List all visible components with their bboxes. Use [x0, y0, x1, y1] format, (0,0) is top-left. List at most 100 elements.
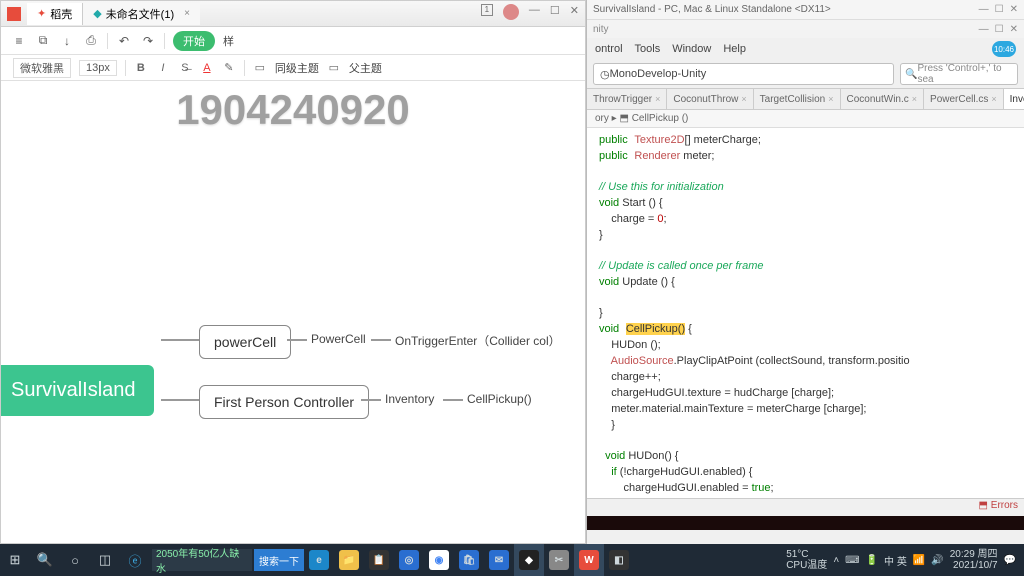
sibling-topic[interactable]: 同级主题	[275, 60, 319, 76]
bold-icon[interactable]: B	[134, 62, 148, 74]
chrome-icon[interactable]: ◉	[424, 544, 454, 576]
search-row: ◷ MonoDevelop-Unity 🔍 Press 'Control+,' …	[587, 60, 1024, 88]
tab-daoke[interactable]: ✦稻壳	[27, 3, 83, 25]
app1-icon[interactable]: 📋	[364, 544, 394, 576]
mono-titlebar: nity —☐✕	[587, 20, 1024, 38]
explorer-icon[interactable]: 📁	[334, 544, 364, 576]
snip-icon[interactable]: ✂	[544, 544, 574, 576]
wps-window-controls: 1 — ☐ ✕	[481, 4, 579, 20]
watermark: 1904240920	[176, 86, 410, 134]
search-button[interactable]: 搜索一下	[254, 549, 304, 571]
unity-window: SurvivalIsland - PC, Mac & Linux Standal…	[586, 0, 1024, 544]
tray-up-icon[interactable]: ˄	[833, 555, 839, 566]
menu-icon[interactable]: ≡	[11, 33, 27, 49]
mindmap-canvas[interactable]: 1904240920 SurvivalIsland powerCell Powe…	[1, 81, 585, 543]
store-icon[interactable]: 🛍	[454, 544, 484, 576]
news-search[interactable]: 2050年有50亿人缺水	[152, 549, 252, 571]
mono-menu: ontrol Tools Window Help 10:46	[587, 38, 1024, 60]
minimize-icon[interactable]: —	[979, 24, 989, 35]
tab-coconutwin[interactable]: CoconutWin.c×	[841, 89, 925, 109]
fontsize-select[interactable]: 13px	[79, 60, 117, 76]
search-icon[interactable]: 🔍	[30, 544, 60, 576]
redo-icon[interactable]: ↷	[140, 33, 156, 49]
start-button[interactable]: 开始	[173, 31, 215, 51]
close-icon[interactable]: ✕	[570, 4, 579, 20]
wps-tabstrip: ✦稻壳 ◆未命名文件(1)× 1 — ☐ ✕	[1, 1, 585, 27]
wps-window: ✦稻壳 ◆未命名文件(1)× 1 — ☐ ✕ ≡ ⧉ ↓ ⎙ ↶ ↷ 开始 样 …	[0, 0, 586, 544]
minimize-icon[interactable]: —	[979, 4, 989, 15]
wps-toolbar: ≡ ⧉ ↓ ⎙ ↶ ↷ 开始 样	[1, 27, 585, 55]
minimize-icon[interactable]: —	[529, 4, 540, 20]
app2-icon[interactable]: ◎	[394, 544, 424, 576]
strike-icon[interactable]: S̶	[178, 62, 192, 74]
node-powercell-label[interactable]: PowerCell	[311, 332, 366, 346]
unity-console[interactable]	[587, 516, 1024, 530]
mail-icon[interactable]: ✉	[484, 544, 514, 576]
menu-control[interactable]: ontrol	[595, 43, 623, 55]
menu-window[interactable]: Window	[672, 43, 711, 55]
close-icon[interactable]: ✕	[1010, 24, 1018, 35]
menu-help[interactable]: Help	[723, 43, 746, 55]
font-select[interactable]: 微软雅黑	[13, 58, 71, 78]
maximize-icon[interactable]: ☐	[995, 4, 1004, 15]
notifications-icon[interactable]: 💬	[1004, 555, 1016, 566]
node-powercell[interactable]: powerCell	[199, 325, 291, 359]
maximize-icon[interactable]: ☐	[550, 4, 560, 20]
wps-icon[interactable]: W	[574, 544, 604, 576]
node2-icon[interactable]: ▭	[327, 61, 341, 74]
root-node[interactable]: SurvivalIsland	[1, 365, 154, 416]
windows-taskbar: ⊞ 🔍 ○ ◫ ⓔ 2050年有50亿人缺水 搜索一下 e 📁 📋 ◎ ◉ 🛍 …	[0, 544, 1024, 576]
bg-icon[interactable]: ◧	[604, 544, 634, 576]
battery-icon[interactable]: 🔋	[866, 555, 878, 566]
download-icon[interactable]: ↓	[59, 33, 75, 49]
close-icon[interactable]: ✕	[1010, 4, 1018, 15]
clock[interactable]: 20:29 周四2021/10/7	[950, 549, 998, 571]
menu-tools[interactable]: Tools	[635, 43, 661, 55]
wps-logo-icon	[7, 7, 21, 21]
node-cellpickup[interactable]: CellPickup()	[467, 392, 532, 406]
fontcolor-icon[interactable]: A	[200, 62, 214, 74]
cortana-icon[interactable]: ○	[60, 544, 90, 576]
tab-untitled[interactable]: ◆未命名文件(1)×	[83, 3, 200, 25]
italic-icon[interactable]: I	[156, 62, 170, 74]
undo-icon[interactable]: ↶	[116, 33, 132, 49]
node-ontrigger[interactable]: OnTriggerEnter（Collider col）	[395, 332, 561, 349]
ie-icon[interactable]: ⓔ	[120, 544, 150, 576]
node-inventory[interactable]: Inventory	[385, 392, 434, 406]
tab-inventory[interactable]: Inventor	[1004, 89, 1024, 109]
cpu-temp[interactable]: 51°CCPU温度	[786, 549, 827, 571]
code-editor[interactable]: public Texture2D[] meterCharge; public R…	[587, 128, 1024, 498]
tab-targetcollision[interactable]: TargetCollision×	[754, 89, 841, 109]
avatar[interactable]	[503, 4, 519, 20]
menu-style[interactable]: 样	[223, 33, 234, 49]
copy-icon[interactable]: ⧉	[35, 33, 51, 49]
tab-coconutthrow[interactable]: CoconutThrow×	[667, 89, 753, 109]
highlight-icon[interactable]: ✎	[222, 61, 236, 74]
unity-title-text: SurvivalIsland - PC, Mac & Linux Standal…	[593, 4, 831, 15]
lang-icon[interactable]: 中 英	[884, 553, 907, 568]
breadcrumb[interactable]: ory ▸ ⬒ CellPickup ()	[587, 110, 1024, 128]
tab-powercell[interactable]: PowerCell.cs×	[924, 89, 1004, 109]
wifi-icon[interactable]: 📶	[913, 555, 925, 566]
project-search[interactable]: ◷ MonoDevelop-Unity	[593, 63, 894, 85]
close-icon[interactable]: ×	[184, 8, 190, 19]
tab-throwtrigger[interactable]: ThrowTrigger×	[587, 89, 667, 109]
maximize-icon[interactable]: ☐	[995, 24, 1004, 35]
edge-icon[interactable]: e	[304, 544, 334, 576]
start-icon[interactable]: ⊞	[0, 544, 30, 576]
node-fpc[interactable]: First Person Controller	[199, 385, 369, 419]
time-badge: 10:46	[992, 41, 1016, 57]
wps-format-bar: 微软雅黑 13px B I S̶ A ✎ ▭ 同级主题 ▭ 父主题	[1, 55, 585, 81]
parent-topic[interactable]: 父主题	[349, 60, 382, 76]
bluetooth-icon[interactable]: ⌨	[845, 555, 859, 566]
unity-titlebar: SurvivalIsland - PC, Mac & Linux Standal…	[587, 0, 1024, 20]
node-icon[interactable]: ▭	[253, 61, 267, 74]
errors-panel[interactable]: ⬒ Errors	[587, 498, 1024, 516]
code-tabs: ThrowTrigger× CoconutThrow× TargetCollis…	[587, 88, 1024, 110]
print-icon[interactable]: ⎙	[83, 33, 99, 49]
global-search[interactable]: 🔍 Press 'Control+,' to sea	[900, 63, 1018, 85]
unity-icon[interactable]: ◆	[514, 544, 544, 576]
volume-icon[interactable]: 🔊	[931, 555, 943, 566]
taskview-icon[interactable]: ◫	[90, 544, 120, 576]
notif-icon[interactable]: 1	[481, 4, 493, 16]
